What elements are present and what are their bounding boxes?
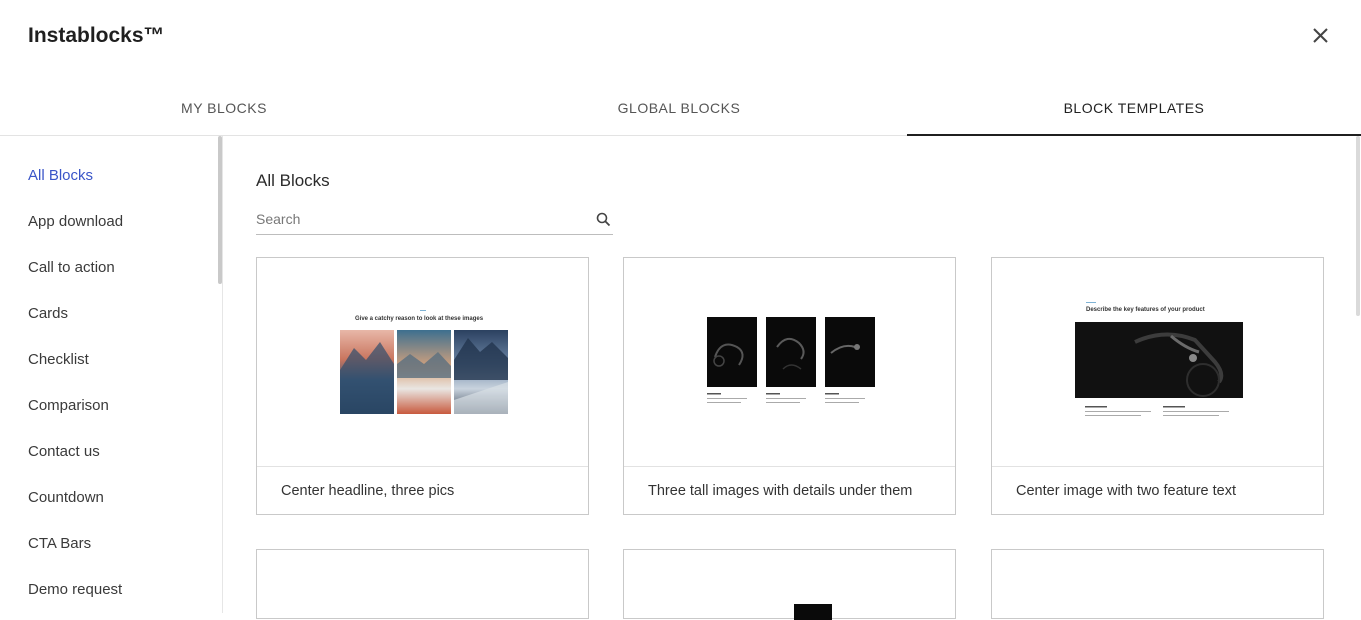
template-card[interactable]	[256, 549, 589, 619]
search-input[interactable]	[256, 208, 586, 230]
section-title: All Blocks	[256, 171, 330, 190]
preview-image-icon	[340, 330, 508, 414]
preview-headline: Describe the key features of your produc…	[1086, 307, 1205, 313]
sidebar-item-call-to-action[interactable]: Call to action	[28, 259, 115, 276]
search-icon[interactable]	[596, 212, 611, 232]
sidebar-item-comparison[interactable]: Comparison	[28, 397, 109, 414]
template-preview	[624, 258, 955, 467]
tab-my-blocks[interactable]: MY BLOCKS	[0, 82, 448, 135]
sidebar-item-cards[interactable]: Cards	[28, 305, 68, 322]
template-preview: Give a catchy reason to look at these im…	[257, 258, 588, 467]
template-preview	[794, 604, 832, 620]
preview-image-icon	[707, 317, 875, 403]
preview-headline: Give a catchy reason to look at these im…	[355, 316, 484, 322]
template-card-label: Center image with two feature text	[1016, 483, 1237, 499]
tab-global-blocks[interactable]: GLOBAL BLOCKS	[454, 82, 904, 135]
template-card[interactable]	[623, 549, 956, 620]
preview-image-icon	[1075, 322, 1243, 416]
template-card[interactable]: Give a catchy reason to look at these im…	[256, 257, 589, 515]
sidebar-item-contact-us[interactable]: Contact us	[28, 443, 100, 460]
sidebar-item-all-blocks[interactable]: All Blocks	[28, 167, 93, 184]
template-card[interactable]	[991, 549, 1324, 619]
template-card-label: Center headline, three pics	[281, 483, 455, 499]
sidebar-item-countdown[interactable]: Countdown	[28, 489, 104, 506]
template-card-label: Three tall images with details under the…	[648, 483, 913, 499]
template-preview: Describe the key features of your produc…	[992, 258, 1323, 467]
tab-bar: MY BLOCKS GLOBAL BLOCKS BLOCK TEMPLATES	[0, 82, 1361, 136]
close-icon	[1313, 28, 1328, 43]
tab-block-templates[interactable]: BLOCK TEMPLATES	[907, 82, 1361, 136]
main-scrollbar[interactable]	[1356, 136, 1360, 316]
sidebar-item-cta-bars[interactable]: CTA Bars	[28, 535, 91, 552]
template-card[interactable]: Describe the key features of your produc…	[991, 257, 1324, 515]
search-bar	[256, 206, 613, 235]
sidebar-item-demo-request[interactable]: Demo request	[28, 581, 122, 598]
sidebar-item-app-download[interactable]: App download	[28, 213, 123, 230]
sidebar-scrollbar[interactable]	[218, 136, 222, 284]
modal-title: Instablocks™	[28, 24, 165, 47]
close-button[interactable]	[1306, 22, 1334, 50]
modal-header: Instablocks™	[0, 0, 1361, 70]
template-card[interactable]: Three tall images with details under the…	[623, 257, 956, 515]
sidebar-item-checklist[interactable]: Checklist	[28, 351, 89, 368]
